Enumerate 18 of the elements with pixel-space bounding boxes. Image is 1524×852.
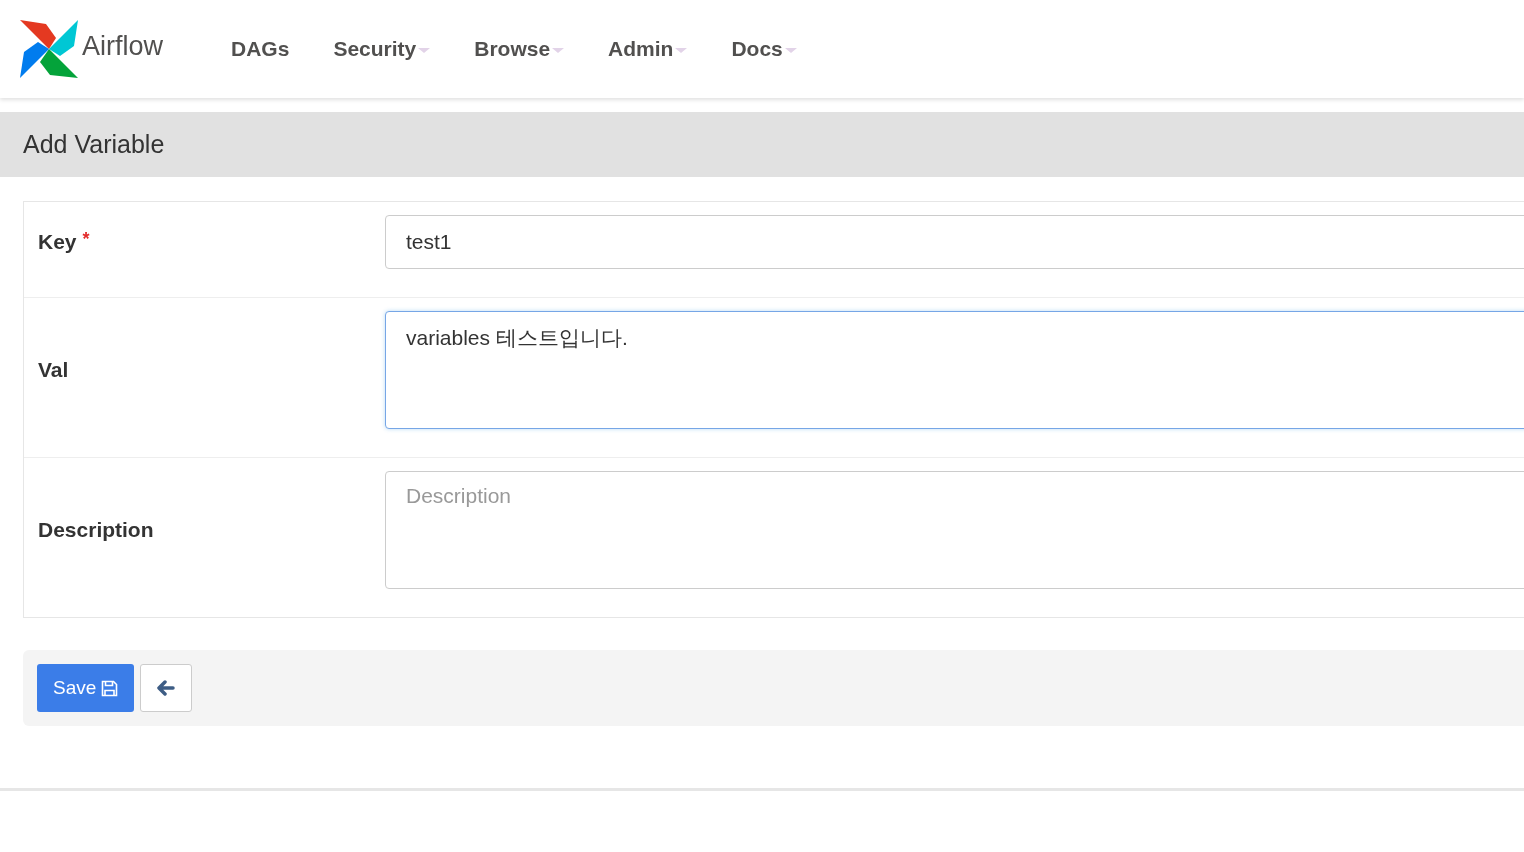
nav-dropdown-menu[interactable]: Browse (452, 29, 587, 69)
field-label: Val (38, 358, 69, 382)
save-button[interactable]: Save (37, 664, 135, 712)
arrow-left-icon (157, 680, 176, 696)
brand-name: Airflow (82, 30, 163, 62)
nav-dropdown-menu[interactable]: Docs (709, 29, 819, 69)
pinwheel-logo-icon (20, 20, 78, 78)
field-label: Description (38, 518, 154, 542)
text-area-field[interactable]: variables 테스트입니다. (385, 311, 1524, 429)
nav-dropdown-menu[interactable]: Security (311, 29, 453, 69)
input-field[interactable]: test1 (385, 215, 1524, 269)
required-mark: * (82, 228, 90, 250)
nav-link[interactable]: DAGs (209, 29, 312, 69)
nav-dropdown-menu[interactable]: Admin (586, 29, 710, 69)
back-button[interactable] (140, 664, 193, 712)
field-label: Key (38, 230, 77, 254)
text-area-field[interactable]: Description (385, 471, 1524, 589)
page-title: Add Variable (23, 130, 165, 159)
